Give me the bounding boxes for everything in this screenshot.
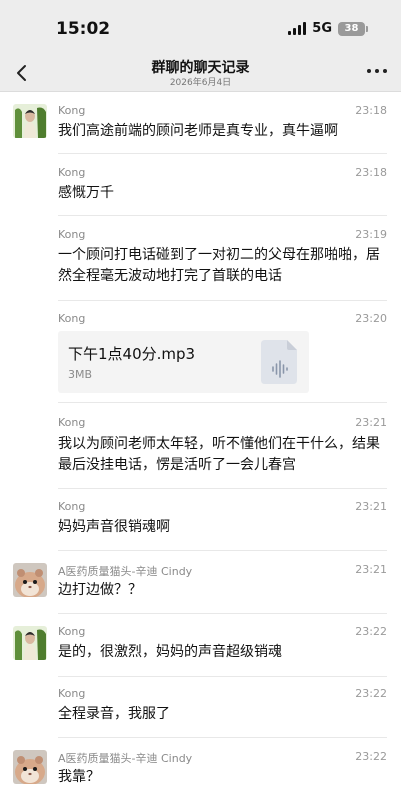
message-sender: Kong	[58, 625, 86, 638]
message-text: 我们高途前端的顾问老师是真专业，真牛逼啊	[58, 123, 338, 139]
message-time: 23:21	[355, 500, 387, 513]
battery-level: 38	[344, 23, 359, 34]
divider	[58, 613, 387, 614]
message-sender: Kong	[58, 312, 86, 325]
message-sender: Kong	[58, 500, 86, 513]
message-text: 我以为顾问老师太年轻，听不懂他们在干什么，结果最后没挂电话，愣是活听了一会儿春宫	[58, 436, 380, 473]
message-time: 23:20	[355, 312, 387, 325]
message-sender: Kong	[58, 104, 86, 117]
battery-icon: 38	[338, 21, 368, 36]
avatar-kong[interactable]	[13, 626, 47, 660]
audio-file-icon	[261, 340, 297, 384]
divider	[58, 300, 387, 301]
message-sender: Kong	[58, 228, 86, 241]
file-name: 下午1点40分.mp3	[68, 345, 196, 363]
message-text: 妈妈声音很销魂啊	[58, 519, 170, 535]
more-horizontal-icon[interactable]	[367, 64, 387, 78]
divider	[58, 153, 387, 154]
message-time: 23:22	[355, 625, 387, 638]
message-list[interactable]: Kong 23:18 我们高途前端的顾问老师是真专业，真牛逼啊 Kong 23:…	[0, 92, 401, 800]
message-time: 23:18	[355, 104, 387, 117]
avatar-cindy[interactable]	[13, 750, 47, 784]
nav-bar: 群聊的聊天记录 2026年6月4日	[0, 56, 401, 92]
divider	[58, 215, 387, 216]
divider	[58, 402, 387, 403]
message-time: 23:19	[355, 228, 387, 241]
status-indicators: 5G 38	[288, 21, 368, 36]
message-sender: Kong	[58, 687, 86, 700]
message-text: 全程录音，我服了	[58, 706, 170, 722]
message-time: 23:21	[355, 563, 387, 576]
message-time: 23:18	[355, 166, 387, 179]
divider	[58, 550, 387, 551]
divider	[58, 676, 387, 677]
status-time: 15:02	[56, 19, 111, 39]
divider	[58, 488, 387, 489]
avatar-kong[interactable]	[13, 104, 47, 138]
divider	[58, 737, 387, 738]
signal-icon	[288, 22, 307, 35]
message-time: 23:21	[355, 416, 387, 429]
message-time: 23:22	[355, 750, 387, 763]
message-sender: Kong	[58, 416, 86, 429]
network-type: 5G	[312, 21, 332, 36]
page-subtitle: 2026年6月4日	[169, 78, 232, 88]
message-sender: A医药质量猫头-辛迪 Cindy	[58, 752, 193, 765]
file-attachment[interactable]: 下午1点40分.mp3 3MB	[58, 331, 309, 393]
message-text: 一个顾问打电话碰到了一对初二的父母在那啪啪，居然全程毫无波动地打完了首联的电话	[58, 247, 380, 284]
message-sender: A医药质量猫头-辛迪 Cindy	[58, 565, 193, 578]
message-text: 是的，很激烈，妈妈的声音超级销魂	[58, 644, 282, 660]
file-size: 3MB	[68, 368, 93, 381]
message-text: 我靠？	[58, 769, 100, 785]
avatar-cindy[interactable]	[13, 563, 47, 597]
message-time: 23:22	[355, 687, 387, 700]
page-title: 群聊的聊天记录	[151, 60, 250, 76]
message-text: 边打边做？？	[58, 582, 142, 598]
status-bar: 15:02 5G 38	[0, 0, 401, 56]
message-text: 感慨万千	[58, 185, 114, 201]
message-sender: Kong	[58, 166, 86, 179]
